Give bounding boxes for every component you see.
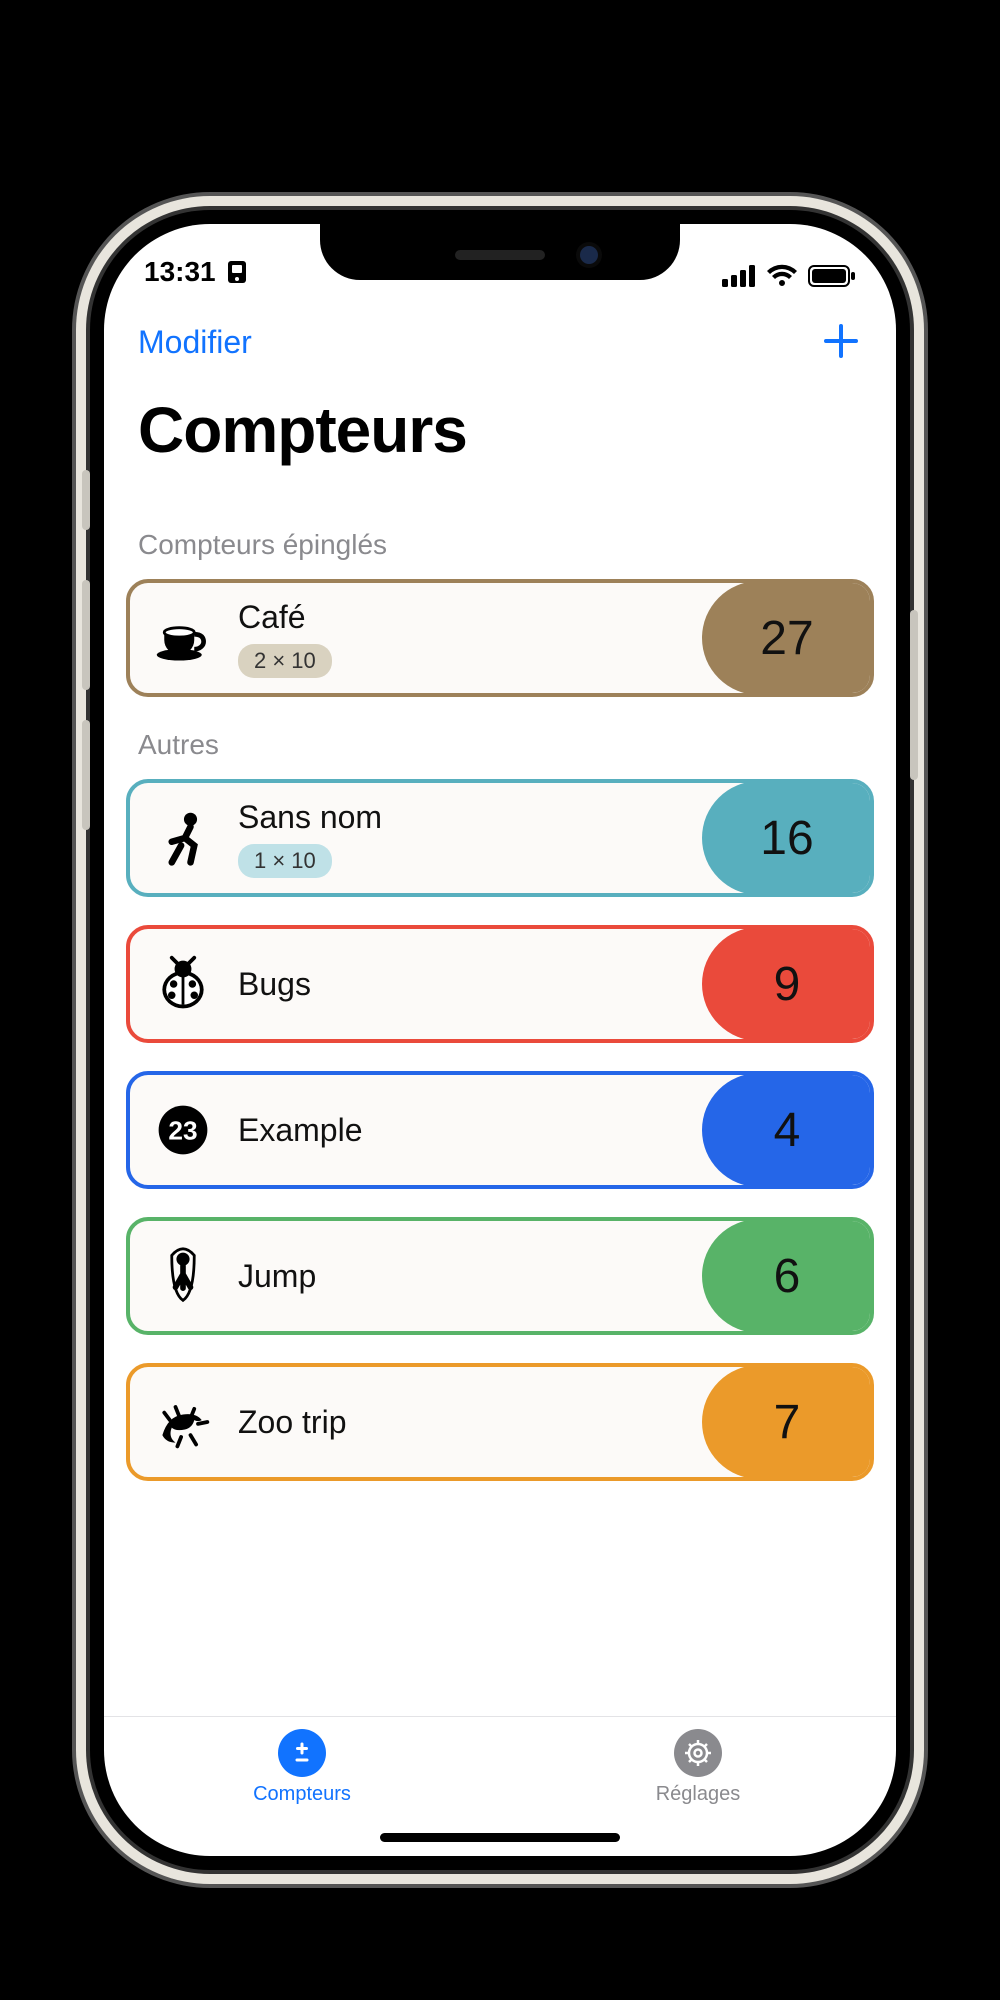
counter-badge: 1 × 10 [238, 844, 332, 878]
ladybug-icon [148, 954, 218, 1014]
wifi-icon [766, 264, 798, 288]
counter-name: Example [238, 1112, 363, 1149]
tab-label: Compteurs [253, 1783, 351, 1806]
section-header-pinned: Compteurs épinglés [104, 497, 896, 579]
runner-icon [148, 808, 218, 868]
home-indicator[interactable] [380, 1833, 620, 1842]
nav-bar: Modifier [104, 294, 896, 369]
battery-icon [808, 264, 856, 288]
counter-name: Zoo trip [238, 1404, 346, 1441]
jumprope-icon [148, 1246, 218, 1306]
portrait-lock-icon [226, 259, 248, 285]
pinned-list: Café 2 × 10 27 [104, 579, 896, 697]
counter-name: Bugs [238, 966, 311, 1003]
counter-value[interactable]: 16 [702, 781, 872, 895]
counter-value[interactable]: 9 [702, 927, 872, 1041]
cellular-icon [722, 265, 756, 287]
counter-value[interactable]: 6 [702, 1219, 872, 1333]
counter-name: Sans nom [238, 799, 382, 836]
counter-card[interactable]: Bugs 9 [126, 925, 874, 1043]
counter-value[interactable]: 4 [702, 1073, 872, 1187]
svg-text:23: 23 [168, 1115, 197, 1145]
counter-card[interactable]: Jump 6 [126, 1217, 874, 1335]
counter-value[interactable]: 7 [702, 1365, 872, 1479]
status-time: 13:31 [144, 256, 216, 288]
page-title: Compteurs [104, 369, 896, 497]
counter-name: Jump [238, 1258, 316, 1295]
counter-card[interactable]: Sans nom 1 × 10 16 [126, 779, 874, 897]
lizard-icon [148, 1392, 218, 1452]
edit-button[interactable]: Modifier [138, 324, 252, 361]
num23-icon: 23 [148, 1100, 218, 1160]
counter-badge: 2 × 10 [238, 644, 332, 678]
counter-name: Café [238, 599, 332, 636]
plus-icon [820, 320, 862, 362]
add-button[interactable] [820, 320, 862, 365]
counter-value[interactable]: 27 [702, 581, 872, 695]
counter-card[interactable]: Café 2 × 10 27 [126, 579, 874, 697]
counter-card[interactable]: Zoo trip 7 [126, 1363, 874, 1481]
coffee-icon [148, 608, 218, 668]
counter-card[interactable]: 23 Example 4 [126, 1071, 874, 1189]
tab-label: Réglages [656, 1783, 741, 1806]
section-header-others: Autres [104, 697, 896, 779]
gear-icon [674, 1729, 722, 1777]
others-list: Sans nom 1 × 10 16 Bugs 9 23 Example 4 Jump 6 Zoo … [104, 779, 896, 1481]
plus-minus-icon [278, 1729, 326, 1777]
